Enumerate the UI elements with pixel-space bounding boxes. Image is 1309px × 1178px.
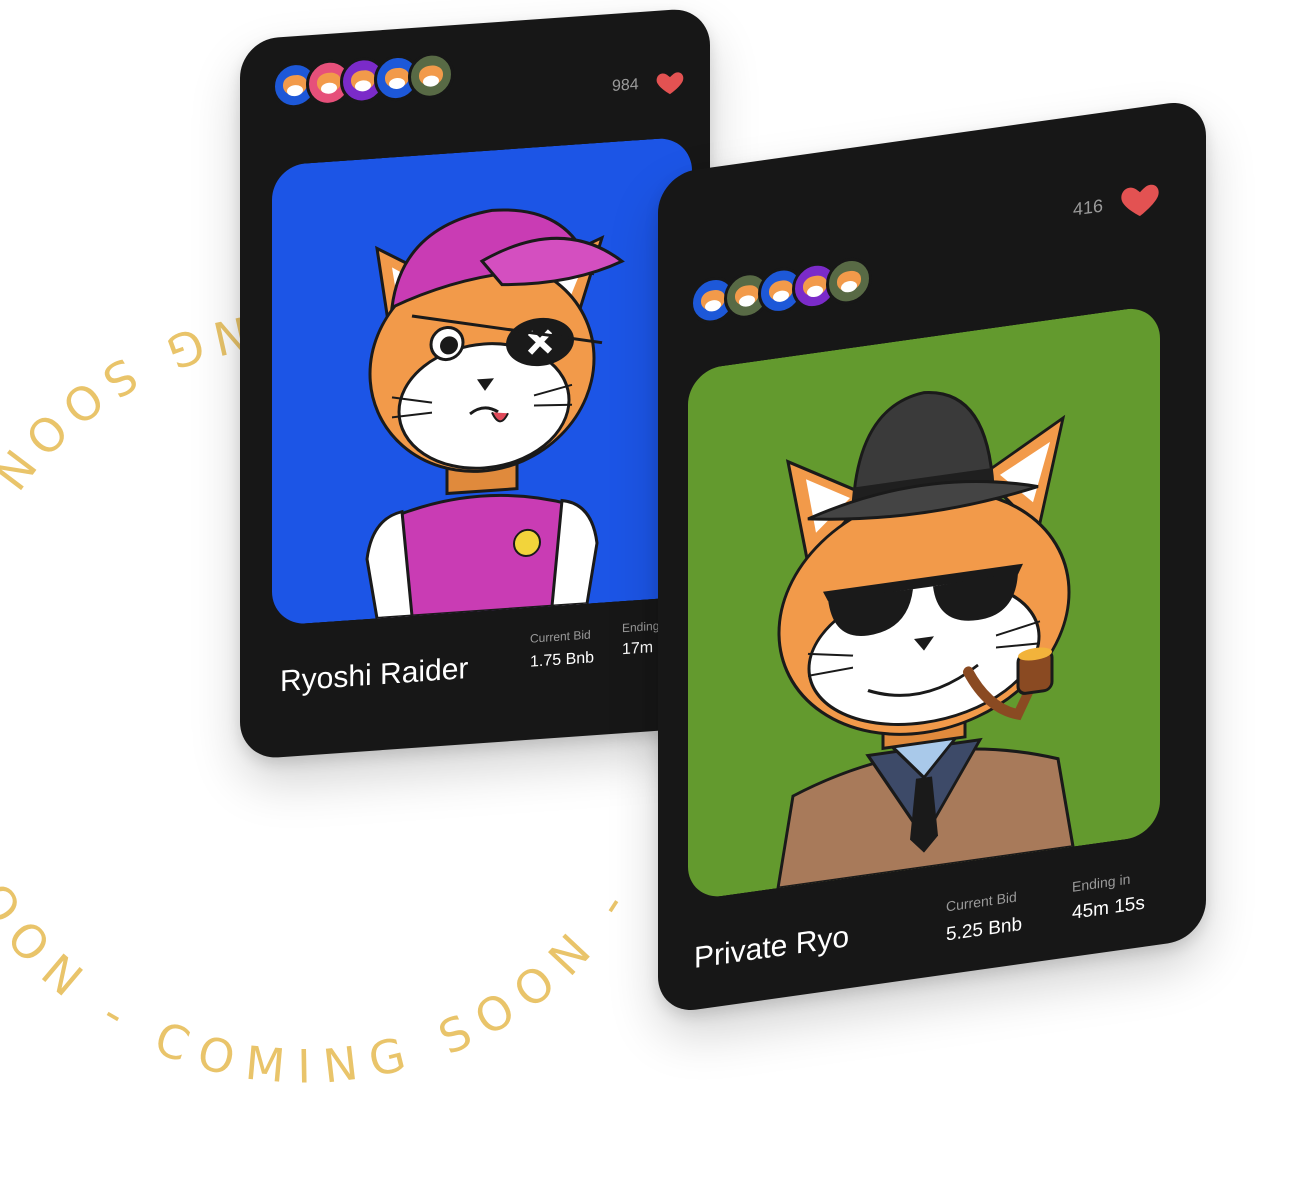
current-bid-label: Current Bid: [530, 627, 591, 646]
ending-in-label: Ending in: [1072, 870, 1131, 895]
nft-title: Ryoshi Raider: [280, 652, 469, 699]
like-count: 984: [612, 76, 639, 95]
owner-avatar[interactable]: [408, 51, 454, 101]
nft-artwork[interactable]: [688, 304, 1160, 901]
owner-avatars: [272, 51, 454, 110]
nft-artwork[interactable]: [272, 136, 692, 626]
owner-avatars: [690, 254, 872, 327]
owner-avatar[interactable]: [826, 254, 872, 308]
nft-title: Private Ryo: [694, 920, 850, 975]
current-bid-label: Current Bid: [946, 888, 1017, 915]
nft-card-private-ryo[interactable]: 416 Private Ryo Current Bid 5.25 Bnb End…: [658, 97, 1206, 1015]
cat-pirate-illustration: [272, 136, 692, 626]
current-bid-value: 1.75 Bnb: [530, 649, 595, 671]
current-bid-value: 5.25 Bnb: [946, 913, 1023, 946]
likes[interactable]: 984: [612, 67, 685, 102]
heart-icon[interactable]: [655, 67, 685, 99]
heart-icon[interactable]: [1119, 176, 1161, 224]
ending-in-value: 45m 15s: [1072, 892, 1145, 924]
like-count: 416: [1073, 194, 1104, 220]
likes[interactable]: 416: [1073, 176, 1161, 230]
nft-card-ryoshi-raider[interactable]: 984 Ryoshi Raider Current Bid 1.75 Bnb E…: [240, 7, 710, 760]
cat-detective-illustration: [688, 304, 1160, 901]
